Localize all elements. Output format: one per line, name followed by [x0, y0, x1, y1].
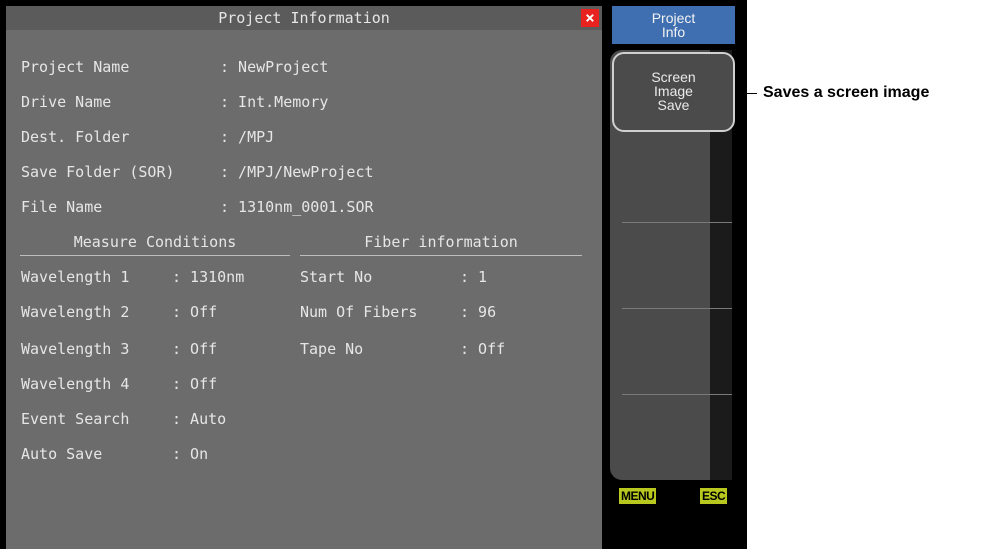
- event-search-label: Event Search: [21, 410, 130, 428]
- screen-image-save-line3: Save: [657, 97, 690, 113]
- softkey-project-info-line1: Project: [651, 10, 696, 26]
- wavelength-1-value: : 1310nm: [172, 268, 245, 286]
- dialog-title-bar: Project Information ×: [6, 6, 602, 30]
- field-value-drive-name: : Int.Memory: [220, 93, 329, 111]
- wavelength-1-label: Wavelength 1: [21, 268, 130, 286]
- num-of-fibers-label: Num Of Fibers: [300, 303, 418, 321]
- menu-button[interactable]: MENU: [618, 487, 658, 505]
- dialog-title: Project Information: [218, 9, 390, 27]
- tape-no-label: Tape No: [300, 340, 364, 358]
- field-value-file-name: : 1310nm_0001.SOR: [220, 198, 374, 216]
- auto-save-value: : On: [172, 445, 209, 463]
- field-label-drive-name: Drive Name: [21, 93, 112, 111]
- measure-conditions-header: Measure Conditions: [73, 233, 237, 251]
- start-no-label: Start No: [300, 268, 373, 286]
- wavelength-2-label: Wavelength 2: [21, 303, 130, 321]
- tape-no-value: : Off: [460, 340, 506, 358]
- fiber-information-header: Fiber information: [364, 233, 518, 251]
- num-of-fibers-value: : 96: [460, 303, 497, 321]
- softkey-divider: [622, 222, 732, 223]
- field-label-dest-folder: Dest. Folder: [21, 128, 130, 146]
- wavelength-2-value: : Off: [172, 303, 218, 321]
- wavelength-3-label: Wavelength 3: [21, 340, 130, 358]
- instrument-screen: Project Information × Project Name : New…: [0, 0, 747, 549]
- screen-image-save-button[interactable]: Screen Image Save: [612, 52, 735, 132]
- fiber-information-divider: [300, 255, 582, 256]
- field-label-save-folder: Save Folder (SOR): [21, 163, 175, 181]
- softkey-project-info[interactable]: Project Info: [612, 6, 735, 44]
- wavelength-3-value: : Off: [172, 340, 218, 358]
- callout-leader-line: [735, 93, 757, 94]
- softkey-divider: [622, 308, 732, 309]
- close-icon[interactable]: ×: [581, 9, 599, 27]
- softkey-divider: [622, 394, 732, 395]
- softkey-project-info-line2: Info: [661, 24, 686, 40]
- screen-image-save-line2: Image: [654, 83, 693, 99]
- field-label-file-name: File Name: [21, 198, 103, 216]
- auto-save-label: Auto Save: [21, 445, 103, 463]
- field-value-dest-folder: : /MPJ: [220, 128, 275, 146]
- field-value-save-folder: : /MPJ/NewProject: [220, 163, 374, 181]
- esc-button[interactable]: ESC: [699, 487, 729, 505]
- event-search-value: : Auto: [172, 410, 227, 428]
- wavelength-4-value: : Off: [172, 375, 218, 393]
- start-no-value: : 1: [460, 268, 488, 286]
- screen-image-save-line1: Screen: [651, 69, 696, 85]
- project-information-dialog: Project Information × Project Name : New…: [6, 6, 602, 549]
- field-value-project-name: : NewProject: [220, 58, 329, 76]
- measure-conditions-divider: [20, 255, 290, 256]
- wavelength-4-label: Wavelength 4: [21, 375, 130, 393]
- field-label-project-name: Project Name: [21, 58, 130, 76]
- callout-label: Saves a screen image: [763, 84, 930, 101]
